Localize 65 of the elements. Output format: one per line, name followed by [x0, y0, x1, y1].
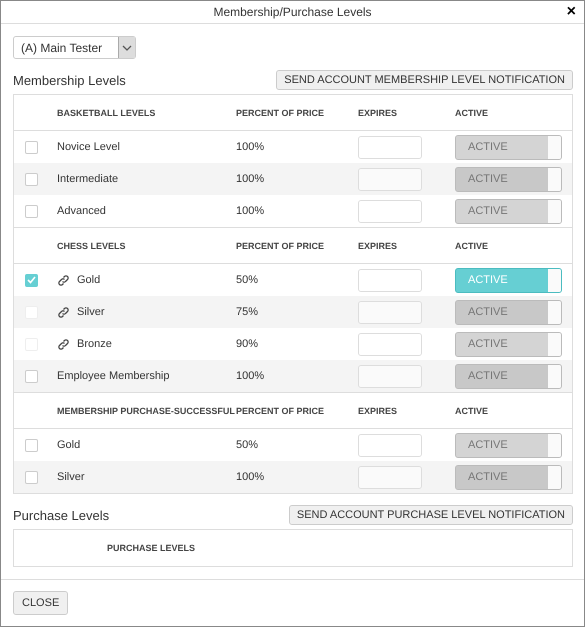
- level-name: Intermediate: [57, 173, 118, 185]
- column-header: PURCHASE LEVELS: [107, 543, 196, 553]
- expires-field[interactable]: [358, 434, 422, 456]
- column-header: ACTIVE: [455, 108, 490, 118]
- active-toggle[interactable]: ACTIVE: [455, 268, 562, 292]
- column-header: EXPIRES: [358, 406, 398, 416]
- column-header: MEMBERSHIP PURCHASE-SUCCESSFUL: [57, 406, 236, 416]
- checkbox[interactable]: [25, 172, 38, 186]
- percent-value: 100%: [236, 471, 266, 483]
- expires-field[interactable]: [358, 300, 422, 324]
- caret-icon: [118, 37, 135, 58]
- column-header: PERCENT OF PRICE: [236, 108, 326, 118]
- level-name: Novice Level: [57, 141, 120, 153]
- expires-field[interactable]: [358, 136, 422, 158]
- active-toggle[interactable]: ACTIVE: [455, 464, 562, 490]
- active-toggle[interactable]: ACTIVE: [455, 364, 562, 388]
- percent-value: 100%: [236, 370, 266, 382]
- expires-field[interactable]: [358, 364, 422, 388]
- percent-value: 75%: [236, 306, 260, 318]
- link-icon: [57, 274, 70, 286]
- percent-value: 100%: [236, 205, 266, 217]
- section-title: Membership Levels: [13, 72, 126, 88]
- column-header: CHESS LEVELS: [57, 240, 127, 250]
- checkbox[interactable]: [25, 470, 38, 484]
- send-notification-button[interactable]: SEND ACCOUNT MEMBERSHIP LEVEL NOTIFICATION: [276, 70, 573, 90]
- expires-field[interactable]: [358, 268, 422, 292]
- send-notification-button[interactable]: SEND ACCOUNT PURCHASE LEVEL NOTIFICATION: [288, 505, 573, 525]
- section-title: Purchase Levels: [13, 508, 110, 522]
- close-button[interactable]: CLOSE: [13, 591, 68, 615]
- checkbox[interactable]: [25, 438, 38, 452]
- column-header: ACTIVE: [455, 240, 490, 250]
- percent-value: 90%: [236, 338, 260, 350]
- expires-field[interactable]: [358, 168, 422, 190]
- link-icon: [57, 306, 70, 318]
- expires-field[interactable]: [358, 466, 422, 488]
- active-toggle[interactable]: ACTIVE: [455, 198, 562, 224]
- checkbox[interactable]: [25, 274, 38, 286]
- column-header: EXPIRES: [358, 108, 398, 118]
- level-name: Gold: [77, 274, 100, 286]
- level-name: Employee Membership: [57, 370, 170, 382]
- level-name: Advanced: [57, 205, 106, 217]
- column-header: ACTIVE: [455, 406, 490, 416]
- link-icon: [57, 338, 70, 350]
- level-name: Silver: [57, 471, 85, 483]
- level-name: Gold: [57, 439, 80, 451]
- active-toggle[interactable]: ACTIVE: [455, 166, 562, 192]
- column-header: EXPIRES: [358, 240, 398, 250]
- percent-value: 100%: [236, 141, 266, 153]
- checkbox[interactable]: [25, 370, 38, 382]
- column-header: BASKETBALL LEVELS: [57, 108, 156, 118]
- account-dropdown[interactable]: (A) Main Tester: [13, 36, 136, 59]
- checkbox[interactable]: [25, 204, 38, 218]
- level-name: Silver: [77, 306, 105, 318]
- active-toggle[interactable]: ACTIVE: [455, 432, 562, 458]
- percent-value: 50%: [236, 439, 260, 451]
- level-name: Bronze: [77, 338, 112, 350]
- checkbox[interactable]: [25, 140, 38, 154]
- window-title: Membership/Purchase Levels: [213, 5, 372, 19]
- percent-value: 100%: [236, 173, 266, 185]
- expires-field[interactable]: [358, 200, 422, 222]
- column-header: PERCENT OF PRICE: [236, 240, 326, 250]
- active-toggle[interactable]: ACTIVE: [455, 134, 562, 160]
- column-header: PERCENT OF PRICE: [236, 406, 326, 416]
- expires-field[interactable]: [358, 332, 422, 356]
- percent-value: 50%: [236, 274, 260, 286]
